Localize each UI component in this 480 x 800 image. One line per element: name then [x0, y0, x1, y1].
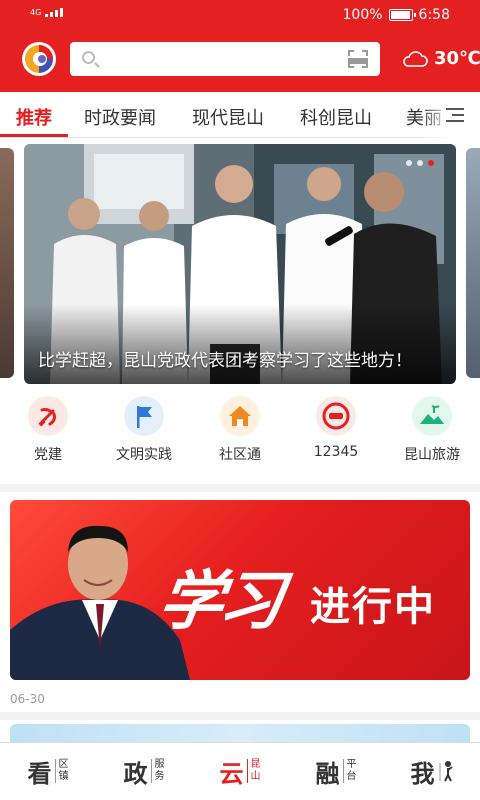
- tab-recommend[interactable]: 推荐: [16, 104, 52, 130]
- nav-media-platform[interactable]: 融 平台: [288, 751, 384, 791]
- bottom-navigation: 看 区镇 政 服务 云 昆山 融 平台 我: [0, 742, 480, 800]
- app-root: 4G 100% 6:58 30℃ 推荐 时政要闻 现代昆山 科创昆山 比学赶超，…: [0, 0, 480, 800]
- quick-link-community[interactable]: 社区通: [192, 396, 288, 464]
- quick-link-label: 党建: [34, 447, 62, 463]
- quick-link-travel[interactable]: 昆山旅游: [384, 396, 480, 464]
- header: 4G 100% 6:58 30℃: [0, 0, 480, 92]
- category-tabs: 推荐 时政要闻 现代昆山 科创昆山 美丽: [0, 92, 480, 138]
- active-tab-indicator: [0, 134, 68, 137]
- tab-tech-kunshan[interactable]: 科创昆山: [300, 104, 372, 130]
- party-emblem-icon: [28, 396, 68, 436]
- battery-level: [390, 11, 410, 19]
- carousel-dots: [406, 160, 434, 166]
- quick-link-party[interactable]: 党建: [0, 396, 96, 464]
- search-icon: [82, 51, 95, 64]
- carousel-dot[interactable]: [428, 160, 434, 166]
- carousel-next-peek[interactable]: [466, 148, 480, 378]
- tabs-menu-icon[interactable]: [446, 108, 464, 122]
- status-right: 100% 6:58: [343, 7, 450, 23]
- nav-gov-service[interactable]: 政 服务: [96, 751, 192, 791]
- network-type: 4G: [30, 8, 42, 17]
- signal-bar: [60, 8, 64, 17]
- quick-link-civilization[interactable]: 文明实践: [96, 396, 192, 464]
- quick-link-label: 12345: [313, 444, 359, 460]
- temperature: 30℃: [434, 48, 480, 69]
- publish-date: 06-30: [10, 692, 45, 706]
- travel-icon: [412, 396, 452, 436]
- tab-politics-news[interactable]: 时政要闻: [84, 104, 156, 130]
- quick-links: 党建 文明实践 社区通 12345 昆山旅游: [0, 388, 480, 484]
- flag-icon: [124, 396, 164, 436]
- nav-sub-label: 平台: [342, 759, 357, 783]
- person-icon: [439, 761, 453, 782]
- carousel-prev-peek[interactable]: [0, 148, 14, 378]
- clock: 6:58: [418, 7, 450, 23]
- quick-link-12345[interactable]: 12345: [288, 396, 384, 460]
- quick-link-label: 昆山旅游: [404, 447, 460, 463]
- search-bar[interactable]: [70, 42, 380, 76]
- nav-main-label: 政: [123, 759, 148, 788]
- banner-calligraphy: 学习: [153, 564, 285, 639]
- nav-main-label: 云: [219, 759, 244, 788]
- nav-main-label: 看: [27, 759, 52, 788]
- nav-main-label: 我: [410, 759, 435, 788]
- scan-icon[interactable]: [348, 50, 368, 68]
- news-carousel[interactable]: 比学赶超，昆山党政代表团考察学习了这些地方！: [0, 138, 480, 388]
- signal-indicator: 4G: [30, 8, 64, 17]
- nav-sub-label: 区镇: [54, 759, 69, 783]
- app-logo-icon: [25, 45, 53, 73]
- nav-me[interactable]: 我: [384, 751, 480, 791]
- nav-main-label: 融: [315, 759, 340, 788]
- feature-card[interactable]: 学习 进行中 06-30: [0, 484, 480, 712]
- banner-slogan: 进行中: [310, 584, 436, 630]
- search-input[interactable]: [104, 48, 334, 70]
- signal-bar: [50, 12, 54, 17]
- battery-icon: [388, 9, 416, 21]
- status-bar: 4G 100% 6:58: [0, 0, 480, 30]
- nav-sub-label: 服务: [150, 759, 165, 783]
- carousel-slide[interactable]: 比学赶超，昆山党政代表团考察学习了这些地方！: [24, 144, 456, 384]
- nav-cloud-kunshan[interactable]: 云 昆山: [192, 751, 288, 791]
- carousel-dot[interactable]: [417, 160, 423, 166]
- nav-look-district[interactable]: 看 区镇: [0, 751, 96, 791]
- quick-link-label: 社区通: [219, 447, 261, 463]
- cloud-icon: [403, 50, 428, 67]
- signal-bar: [55, 10, 59, 17]
- signal-bar: [45, 14, 49, 17]
- hotline-12345-icon: [316, 396, 356, 436]
- study-banner[interactable]: 学习 进行中: [10, 500, 470, 680]
- carousel-caption[interactable]: 比学赶超，昆山党政代表团考察学习了这些地方！: [38, 348, 442, 374]
- home-icon: [220, 396, 260, 436]
- tab-modern-kunshan[interactable]: 现代昆山: [192, 104, 264, 130]
- weather-widget[interactable]: 30℃: [402, 48, 480, 69]
- nav-sub-label: 昆山: [246, 759, 261, 783]
- quick-link-label: 文明实践: [116, 447, 172, 463]
- battery-percent: 100%: [342, 7, 383, 23]
- carousel-dot[interactable]: [406, 160, 412, 166]
- app-logo[interactable]: [22, 42, 56, 76]
